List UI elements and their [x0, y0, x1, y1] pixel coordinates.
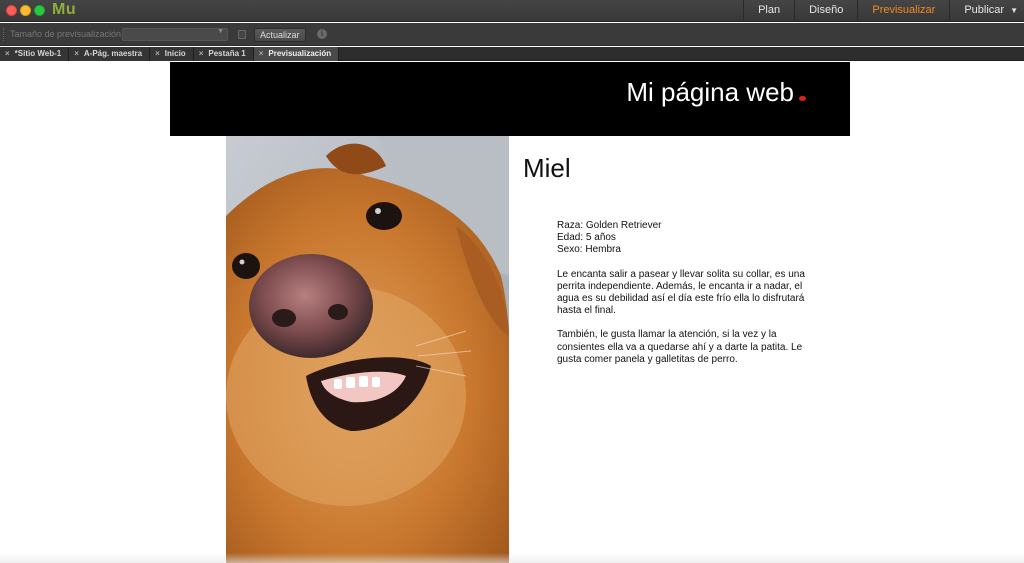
dog-photo — [226, 136, 509, 563]
close-tab-icon[interactable]: × — [74, 49, 79, 58]
close-tab-icon[interactable]: × — [155, 49, 160, 58]
close-tab-icon[interactable]: × — [259, 49, 264, 58]
mode-publish[interactable]: Publicar — [949, 0, 1008, 22]
tab-preview[interactable]: × Previsualización — [253, 47, 340, 61]
site-title: Mi página web — [626, 77, 794, 107]
canvas-bottom-shadow — [0, 553, 1024, 563]
tab-master-page[interactable]: × A-Pág. maestra — [69, 47, 151, 61]
mode-plan[interactable]: Plan — [743, 0, 794, 22]
mode-switcher: Plan Diseño Previsualizar Publicar ▼ — [743, 0, 1024, 22]
pet-breed: Raza: Golden Retriever — [557, 220, 662, 231]
toolbar-grip-icon[interactable] — [3, 28, 5, 41]
preview-size-label: Tamaño de previsualización: — [10, 29, 124, 39]
tab-pestana-1[interactable]: × Pestaña 1 — [193, 47, 254, 61]
close-window-button[interactable] — [6, 5, 17, 16]
app-logo: Mu — [52, 1, 77, 18]
tab-sitio-web[interactable]: × *Sitio Web-1 — [0, 47, 70, 61]
pet-name-heading: Miel — [523, 153, 571, 183]
minimize-window-button[interactable] — [20, 5, 31, 16]
pet-sex: Sexo: Hembra — [557, 244, 621, 256]
preview-size-checkbox[interactable] — [238, 30, 246, 39]
preview-toolbar: Tamaño de previsualización: ▼ Actualizar… — [0, 23, 1024, 46]
refresh-button[interactable]: Actualizar — [254, 28, 306, 42]
document-tabs: × *Sitio Web-1 × A-Pág. maestra × Inicio × P… — [0, 47, 1024, 61]
pet-description-1: Le encanta salir a pasear y llevar solit… — [557, 268, 805, 317]
chevron-down-icon: ▼ — [217, 28, 224, 35]
pet-info-block: Raza: Golden Retriever Edad: 5 años Sexo… — [557, 220, 807, 257]
title-bar: Mu Plan Diseño Previsualizar Publicar ▼ — [0, 0, 1024, 22]
tab-inicio[interactable]: × Inicio — [150, 47, 194, 61]
mode-design[interactable]: Diseño — [794, 0, 857, 22]
info-icon[interactable]: i — [317, 29, 327, 39]
site-header: Mi página web — [170, 62, 850, 136]
pet-age: Edad: 5 años — [557, 232, 616, 244]
pet-details: Raza: Golden Retriever Edad: 5 años Sexo… — [557, 220, 807, 378]
preview-canvas: Mi página web Miel Raza: Golden Retrieve… — [0, 62, 1024, 563]
pet-description-2: También, le gusta llamar la atención, si… — [557, 329, 803, 365]
zoom-window-button[interactable] — [34, 5, 45, 16]
mode-preview[interactable]: Previsualizar — [857, 0, 949, 22]
close-tab-icon[interactable]: × — [199, 49, 204, 58]
publish-dropdown-icon[interactable]: ▼ — [1008, 0, 1024, 22]
close-tab-icon[interactable]: × — [5, 49, 10, 58]
site-title-dot — [799, 96, 806, 101]
preview-size-select[interactable]: ▼ — [122, 28, 228, 41]
